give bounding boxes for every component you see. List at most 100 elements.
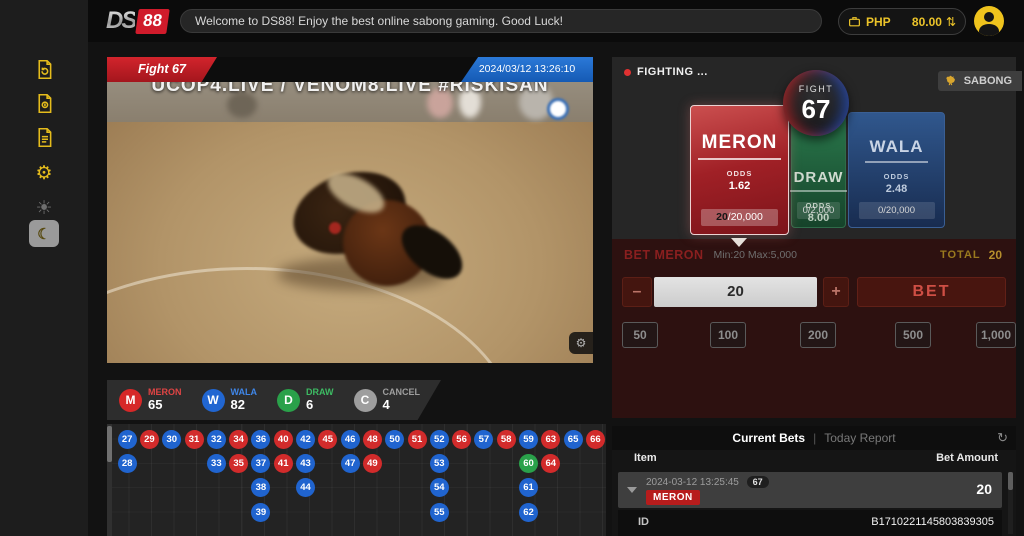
increase-bet-button[interactable]: + [823,277,849,307]
result-circle: 34 [229,430,248,449]
live-video-player[interactable]: Fight 67 2024/03/12 13:26:10 UCOP4.LIVE … [107,57,593,363]
ds88-logo[interactable]: DS 88 [106,7,168,35]
result-circle: 39 [251,503,270,522]
chip-50[interactable]: 50 [622,322,658,348]
draw-circle-icon: D [277,389,300,412]
stream-watermark: UCOP4.LIVE / VENOM8.LIVE #RISKISAN [107,82,593,97]
result-circle: 52 [430,430,449,449]
video-settings-tab[interactable]: ⚙ [569,332,593,354]
meron-odds: 1.62 [729,180,750,192]
chip-100[interactable]: 100 [710,322,746,348]
result-circle: 65 [564,430,583,449]
bets-column-headers: Item Bet Amount [612,452,1016,470]
stat-wala: W WALA 82 [202,388,258,412]
result-circle: 40 [274,430,293,449]
chip-1000[interactable]: 1,000 [976,322,1016,348]
result-circle: 37 [251,454,270,473]
video-frame: UCOP4.LIVE / VENOM8.LIVE #RISKISAN ⚙ [107,82,593,363]
bet-time: 2024-03-12 13:25:45 67 [646,476,769,488]
fight-status: FIGHTING ... [624,66,708,78]
stat-count: 6 [306,398,334,412]
moon-icon: ☾ [37,225,50,243]
bet-button[interactable]: BET [857,277,1006,307]
balance-refresh-icon[interactable]: ⇅ [946,15,956,29]
bets-header: Current Bets | Today Report ↻ [612,426,1016,450]
bets-scrollbar[interactable] [1008,472,1013,534]
result-circle: 66 [586,430,605,449]
odds-label: ODDS [727,169,753,178]
tab-today-report[interactable]: Today Report [824,431,895,445]
cancel-circle-icon: C [354,389,377,412]
sidebar: ⚙ ☀ ☾ [0,0,88,536]
rules-icon[interactable] [32,125,56,149]
stat-draw: D DRAW 6 [277,388,334,412]
result-circle: 64 [541,454,560,473]
total-label: TOTAL [940,249,981,261]
bets-refresh-icon[interactable]: ↻ [997,430,1008,446]
profile-avatar[interactable] [974,6,1004,36]
wala-circle-icon: W [202,389,225,412]
bet-row[interactable]: 2024-03-12 13:25:45 67 MERON 20 [618,472,1002,508]
result-circle: 28 [118,454,137,473]
welcome-banner: Welcome to DS88! Enjoy the best online s… [180,9,822,33]
fight-number-circle: FIGHT 67 [783,70,849,136]
bet-side-label: BET MERON [624,248,704,262]
bet-amount-input[interactable]: 20 [654,277,817,307]
result-circle: 62 [519,503,538,522]
dark-mode-toggle[interactable]: ☾ [29,220,59,247]
light-mode-icon[interactable]: ☀ [32,196,56,220]
result-circle: 50 [385,430,404,449]
draw-title: DRAW [790,169,848,192]
wala-pool: 0/20,000 [859,202,935,219]
bet-id-value: B1710221145803839305 [871,516,994,528]
result-circle: 33 [207,454,226,473]
meron-pool: 20/20,000 [701,209,779,226]
stat-count: 82 [231,398,258,412]
bet-side-badge: MERON [646,490,700,505]
transactions-icon[interactable] [32,91,56,115]
sabong-badge: SABONG [938,71,1022,91]
column-item: Item [634,452,657,464]
stat-meron: M MERON 65 [119,388,182,412]
wallet-pill[interactable]: PHP 80.00 ⇅ [838,8,966,35]
chip-200[interactable]: 200 [800,322,836,348]
wala-card[interactable]: WALA ODDS 2.48 0/20,000 [848,112,945,228]
result-circle: 42 [296,430,315,449]
bet-amount-value: 20 [976,481,992,497]
current-bets-panel: Current Bets | Today Report ↻ Item Bet A… [612,426,1016,536]
settings-gear-icon[interactable]: ⚙ [32,161,56,185]
fight-word: FIGHT [799,84,834,94]
result-circle: 54 [430,478,449,497]
chevron-down-icon[interactable] [627,487,637,493]
wala-title: WALA [865,137,927,163]
avatar-head-shape [984,12,994,22]
tab-separator: | [813,431,816,445]
decrease-bet-button[interactable]: – [622,277,652,307]
draw-pool: 0/2,000 [797,202,839,219]
chip-500[interactable]: 500 [895,322,931,348]
topbar: DS 88 Welcome to DS88! Enjoy the best on… [88,0,1024,42]
odds-label: ODDS [884,172,910,181]
meron-card[interactable]: MERON ODDS 1.62 20/20,000 [690,105,789,235]
bet-id-label: ID [638,516,649,528]
result-circle: 49 [363,454,382,473]
result-circle: 55 [430,503,449,522]
result-circle: 32 [207,430,226,449]
arena-logo-circle [547,98,569,120]
bet-fight-number-badge: 67 [747,476,769,488]
tab-current-bets[interactable]: Current Bets [732,431,805,445]
result-circle: 58 [497,430,516,449]
grid-scrollbar[interactable] [107,424,112,536]
status-text: FIGHTING ... [637,66,708,78]
result-circle: 51 [408,430,427,449]
result-circle: 43 [296,454,315,473]
fight-number-ribbon: Fight 67 [107,57,217,82]
bet-id-row: ID B1710221145803839305 [618,510,1002,536]
result-circle: 36 [251,430,270,449]
rooster-comb [329,222,341,234]
currency-label: PHP [866,15,891,29]
bet-records-icon[interactable] [32,57,56,81]
bet-info-bar: BET MERON Min:20 Max:5,000 TOTAL 20 [624,246,1002,264]
sabong-label: SABONG [964,75,1012,87]
bet-limits: Min:20 Max:5,000 [714,249,797,261]
